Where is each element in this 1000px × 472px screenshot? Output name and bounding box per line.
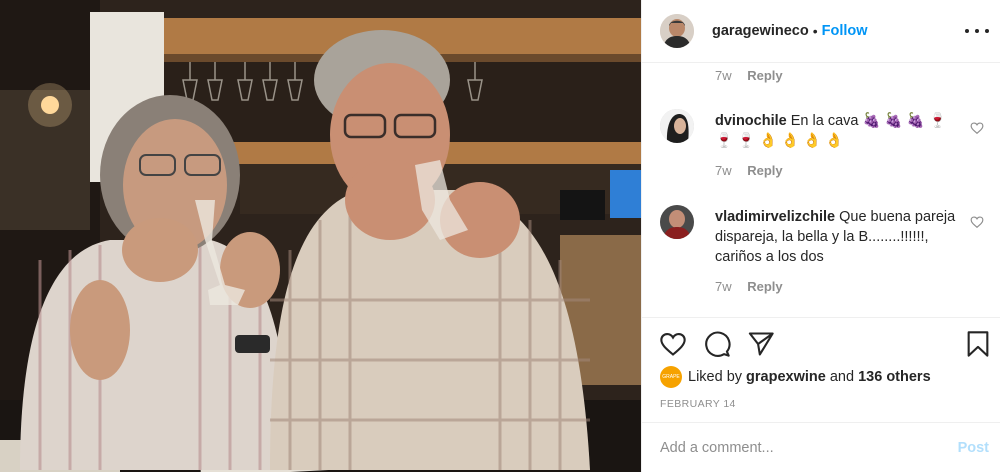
comment-icon[interactable] bbox=[703, 330, 731, 358]
share-icon[interactable] bbox=[747, 330, 775, 358]
reply-button[interactable]: Reply bbox=[747, 279, 782, 294]
likes-others[interactable]: 136 others bbox=[858, 369, 931, 385]
heart-icon[interactable] bbox=[659, 330, 687, 358]
likes-prefix: Liked by bbox=[688, 369, 743, 385]
comment-time: 7w bbox=[715, 163, 732, 178]
follow-button[interactable]: Follow bbox=[822, 23, 868, 39]
comment-emojis: 🍇 🍇 🍇 🍷 bbox=[862, 113, 947, 129]
post-photo[interactable] bbox=[0, 0, 641, 472]
reply-button[interactable]: Reply bbox=[747, 163, 782, 178]
more-icon[interactable] bbox=[965, 22, 989, 40]
comment-username[interactable]: vladimirvelizchile bbox=[715, 209, 835, 225]
comment-meta: 7w Reply bbox=[715, 68, 783, 83]
likes-and: and bbox=[829, 369, 855, 385]
comment-time: 7w bbox=[715, 279, 732, 294]
liker-avatar[interactable]: GRAPE bbox=[660, 366, 682, 388]
author-username[interactable]: garagewineco bbox=[712, 23, 809, 39]
reply-button[interactable]: Reply bbox=[747, 68, 782, 83]
bookmark-icon[interactable] bbox=[964, 330, 992, 358]
comment-text: dvinochile En la cava 🍇 🍇 🍇 🍷 🍷 🍷 👌 👌 👌 … bbox=[715, 111, 960, 151]
small-heart-icon[interactable] bbox=[970, 121, 984, 135]
add-comment-bar: Post bbox=[642, 422, 1000, 472]
photo-illustration bbox=[0, 0, 641, 472]
header-separator: • bbox=[812, 23, 818, 39]
comment-username[interactable]: dvinochile bbox=[715, 113, 787, 129]
author-avatar[interactable] bbox=[660, 14, 694, 48]
post-header: garagewineco • Follow bbox=[642, 0, 1000, 63]
comment-text: vladimirvelizchile Que buena pareja disp… bbox=[715, 207, 960, 267]
comment-meta: 7w Reply bbox=[715, 163, 783, 178]
comments-list[interactable]: 7w Reply dvinochile En la cava 🍇 🍇 🍇 🍷 🍷… bbox=[642, 63, 1000, 317]
commenter-avatar[interactable] bbox=[660, 205, 694, 239]
likes-summary: GRAPE Liked by grapexwine and 136 others bbox=[660, 366, 931, 388]
post-sidebar: garagewineco • Follow 7w Reply dvinochil… bbox=[641, 0, 1000, 472]
post-actions: GRAPE Liked by grapexwine and 136 others… bbox=[642, 317, 1000, 422]
comment-time: 7w bbox=[715, 68, 732, 83]
commenter-avatar-image bbox=[660, 205, 694, 239]
comment-emojis-line2: 🍷 🍷 👌 👌 👌 👌 bbox=[715, 133, 844, 149]
post-button[interactable]: Post bbox=[958, 440, 989, 456]
commenter-avatar[interactable] bbox=[660, 109, 694, 143]
comment-meta: 7w Reply bbox=[715, 279, 783, 294]
commenter-avatar-image bbox=[660, 109, 694, 143]
author-avatar-image bbox=[660, 14, 694, 48]
comment-body: En la cava bbox=[790, 113, 859, 129]
liker-username[interactable]: grapexwine bbox=[746, 369, 826, 385]
small-heart-icon[interactable] bbox=[970, 215, 984, 229]
post-date[interactable]: FEBRUARY 14 bbox=[660, 398, 736, 410]
comment-input[interactable] bbox=[660, 439, 920, 456]
